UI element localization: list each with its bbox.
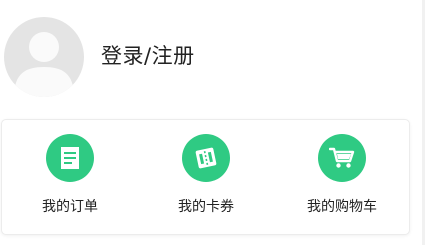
default-avatar-icon [14,32,74,97]
avatar[interactable] [4,17,84,97]
my-cart-label: 我的购物车 [307,199,377,215]
my-cart-button[interactable]: 我的购物车 [277,120,407,236]
profile-header[interactable]: 登录/注册 [0,0,425,112]
quick-actions-card: 我的订单 我的卡券 我的购物车 [1,119,410,235]
my-coupons-label: 我的卡券 [178,199,234,215]
my-orders-button[interactable]: 我的订单 [5,120,135,236]
coupon-ticket-icon [182,134,230,182]
login-register-link[interactable]: 登录/注册 [101,42,195,70]
profile-page: 登录/注册 我的订单 我的卡券 我的购物车 [0,0,425,245]
order-document-icon [46,134,94,182]
my-coupons-button[interactable]: 我的卡券 [141,120,271,236]
my-orders-label: 我的订单 [42,199,98,215]
shopping-cart-icon [318,134,366,182]
